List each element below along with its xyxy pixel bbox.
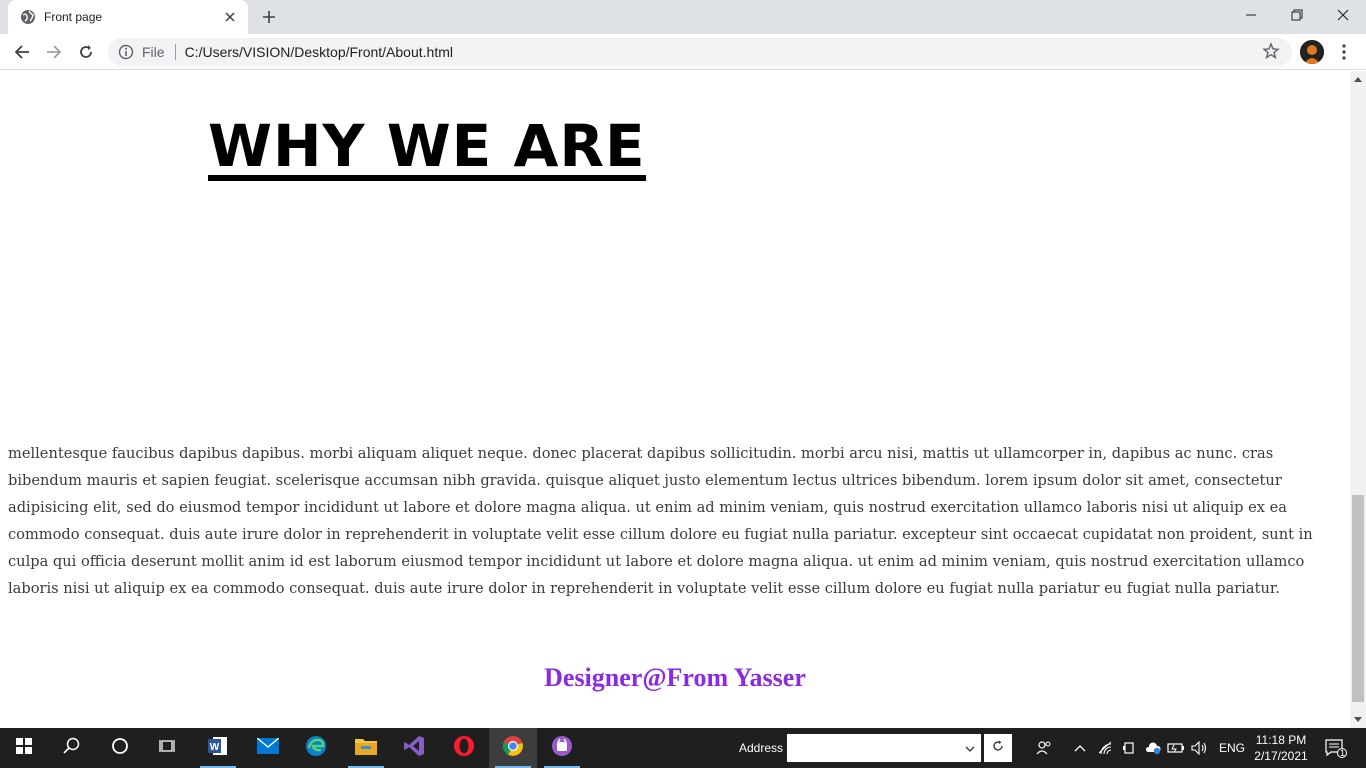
opera-icon bbox=[453, 735, 475, 762]
scroll-down-arrow-icon[interactable] bbox=[1350, 712, 1366, 728]
restore-button[interactable] bbox=[1274, 0, 1320, 30]
address-go-button[interactable] bbox=[984, 734, 1012, 762]
chrome-icon bbox=[502, 735, 524, 762]
page-viewport: WHY WE ARE mellentesque faucibus dapibus… bbox=[0, 71, 1350, 728]
browser-toolbar: File C:/Users/VISION/Desktop/Front/About… bbox=[0, 34, 1366, 70]
address-toolbar-label: Address bbox=[739, 741, 784, 755]
minimize-button[interactable] bbox=[1228, 0, 1274, 30]
people-icon[interactable] bbox=[1034, 738, 1054, 758]
taskbar-search-button[interactable] bbox=[48, 728, 96, 768]
file-explorer-icon bbox=[355, 737, 377, 760]
address-bar[interactable]: File C:/Users/VISION/Desktop/Front/About… bbox=[108, 38, 1292, 66]
task-view-icon bbox=[159, 737, 177, 760]
designer-signature: Designer@From Yasser bbox=[544, 663, 806, 692]
notification-center-icon[interactable]: 1 bbox=[1322, 738, 1350, 758]
taskbar-mail[interactable] bbox=[244, 728, 292, 768]
taskbar-word[interactable]: W bbox=[194, 728, 242, 768]
clock-time: 11:18 PM bbox=[1255, 733, 1307, 747]
address-toolbar-input[interactable] bbox=[787, 734, 981, 762]
edge-icon bbox=[305, 735, 327, 762]
windows-taskbar: W Address ENG 11:18 PM 2/17/2021 1 bbox=[0, 728, 1366, 768]
app-icon bbox=[551, 735, 573, 762]
notification-count: 1 bbox=[1340, 748, 1346, 758]
taskbar-chrome[interactable] bbox=[489, 728, 537, 768]
taskbar-visual-studio[interactable] bbox=[390, 728, 438, 768]
taskbar-file-explorer[interactable] bbox=[342, 728, 390, 768]
back-button[interactable] bbox=[8, 38, 36, 66]
search-icon bbox=[63, 737, 81, 760]
new-tab-button[interactable] bbox=[258, 6, 280, 28]
close-window-button[interactable] bbox=[1320, 0, 1366, 30]
profile-avatar[interactable] bbox=[1300, 40, 1324, 64]
clock-date: 2/17/2021 bbox=[1254, 749, 1308, 763]
tab-close-icon[interactable] bbox=[222, 9, 238, 25]
cortana-button[interactable] bbox=[96, 728, 144, 768]
device-icon[interactable] bbox=[1119, 738, 1139, 758]
show-hidden-icons-chevron-icon[interactable] bbox=[1070, 738, 1090, 758]
info-icon[interactable] bbox=[118, 44, 134, 60]
dropdown-chevron-icon[interactable] bbox=[965, 739, 975, 757]
start-button[interactable] bbox=[0, 728, 48, 768]
taskbar-edge[interactable] bbox=[292, 728, 340, 768]
language-indicator[interactable]: ENG bbox=[1219, 741, 1245, 755]
svg-text:W: W bbox=[210, 742, 220, 753]
browser-tab[interactable]: Front page bbox=[8, 0, 248, 34]
reload-button[interactable] bbox=[72, 38, 100, 66]
taskbar-app[interactable] bbox=[538, 728, 586, 768]
battery-icon[interactable] bbox=[1166, 738, 1186, 758]
scroll-up-arrow-icon[interactable] bbox=[1350, 71, 1366, 87]
onedrive-sync-icon[interactable] bbox=[1143, 738, 1163, 758]
word-icon: W bbox=[207, 735, 229, 762]
url-separator bbox=[174, 44, 176, 60]
refresh-icon bbox=[992, 739, 1004, 757]
volume-icon[interactable] bbox=[1190, 738, 1210, 758]
cortana-icon bbox=[111, 737, 129, 760]
system-clock[interactable]: 11:18 PM 2/17/2021 bbox=[1252, 732, 1310, 764]
wifi-icon[interactable] bbox=[1096, 738, 1116, 758]
mail-icon bbox=[256, 736, 280, 759]
tab-title: Front page bbox=[44, 10, 103, 24]
forward-button[interactable] bbox=[40, 38, 68, 66]
scroll-thumb[interactable] bbox=[1352, 495, 1364, 702]
task-view-button[interactable] bbox=[144, 728, 192, 768]
windows-start-icon bbox=[16, 737, 32, 759]
page-heading: WHY WE ARE bbox=[208, 112, 646, 181]
taskbar-opera[interactable] bbox=[440, 728, 488, 768]
url-scheme: File bbox=[142, 44, 165, 60]
bookmark-star-icon[interactable] bbox=[1262, 42, 1282, 62]
url-text[interactable]: C:/Users/VISION/Desktop/Front/About.html bbox=[185, 44, 1262, 60]
visual-studio-icon bbox=[403, 735, 425, 762]
tab-strip: Front page bbox=[0, 0, 1366, 34]
body-paragraph: mellentesque faucibus dapibus dapibus. m… bbox=[8, 445, 1313, 597]
page-scrollbar[interactable] bbox=[1350, 71, 1366, 728]
kebab-menu-icon[interactable] bbox=[1336, 42, 1352, 62]
globe-icon bbox=[20, 9, 36, 25]
